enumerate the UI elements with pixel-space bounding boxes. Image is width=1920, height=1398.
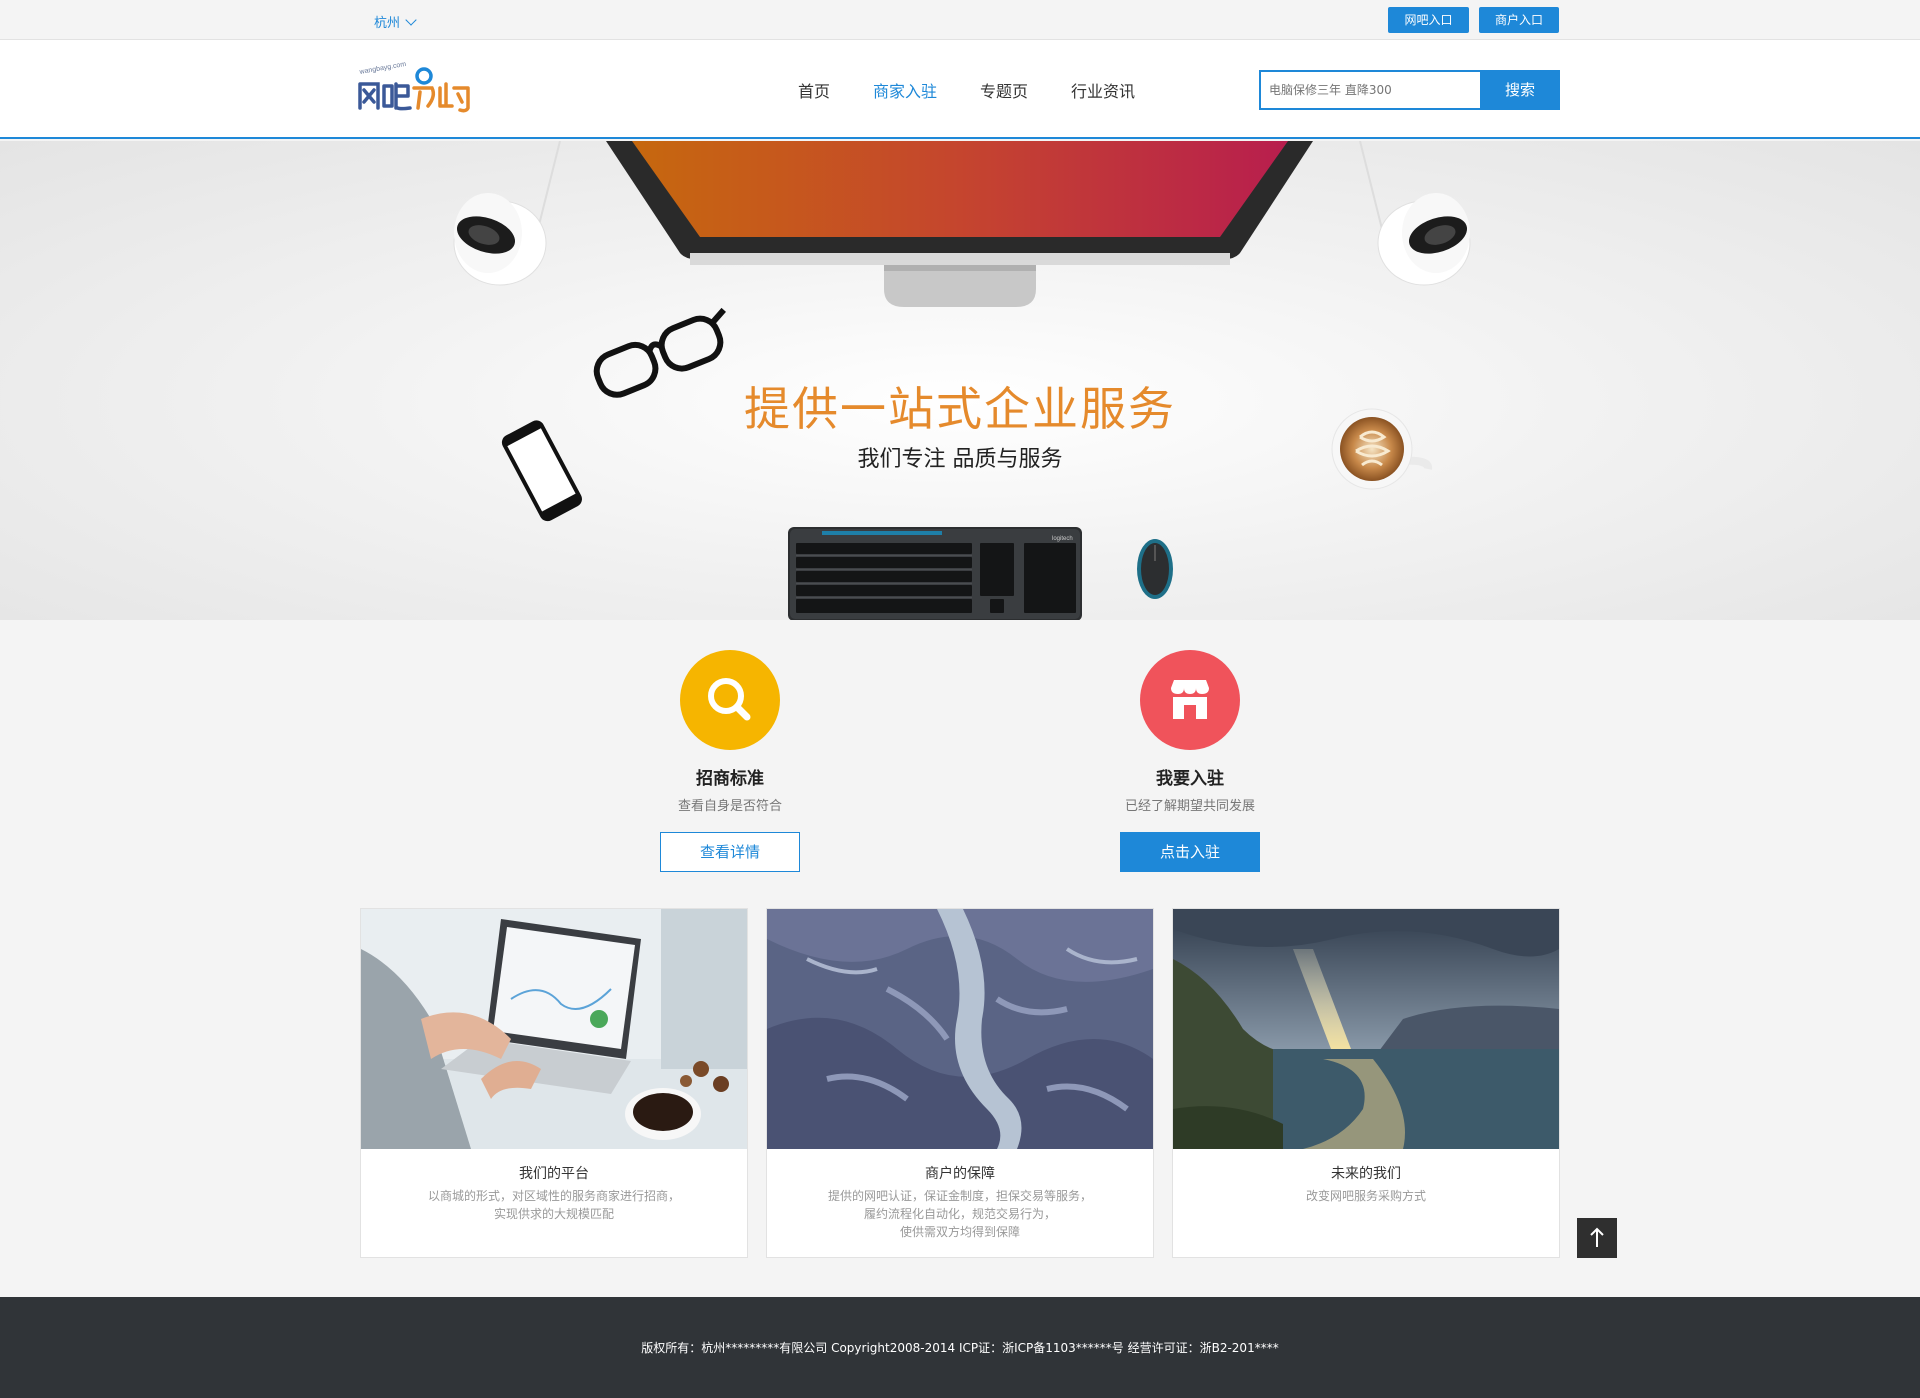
card-desc: 改变网吧服务采购方式 [1173, 1187, 1559, 1205]
card-desc: 提供的网吧认证，保证金制度，担保交易等服务， 履约流程化自动化，规范交易行为， … [767, 1187, 1153, 1241]
card-our-future[interactable]: 未来的我们 改变网吧服务采购方式 [1172, 908, 1560, 1258]
view-details-button[interactable]: 查看详情 [660, 832, 800, 872]
mouse-image [1137, 539, 1173, 599]
main-nav: 首页 商家入驻 专题页 行业资讯 [798, 78, 1178, 102]
card-desc-line: 提供的网吧认证，保证金制度，担保交易等服务， [827, 1189, 1092, 1203]
card-desc: 以商城的形式，对区域性的服务商家进行招商， 实现供求的大规模匹配 [361, 1187, 747, 1223]
footer: 版权所有：杭州*********有限公司 Copyright2008-2014 … [0, 1297, 1920, 1398]
card-desc-line: 实现供求的大规模匹配 [493, 1207, 614, 1221]
monitor-image [606, 141, 1313, 307]
top-bar: 杭州 网吧入口 商户入口 [0, 0, 1920, 40]
feature-icon-circle [1140, 650, 1240, 750]
laptop-photo [361, 909, 747, 1149]
nav-industry-news[interactable]: 行业资讯 [1071, 78, 1135, 102]
nav-merchant-join[interactable]: 商家入驻 [873, 78, 937, 102]
banner-subtitle: 我们专注 品质与服务 [857, 447, 1063, 472]
card-title: 未来的我们 [1331, 1166, 1401, 1182]
feature-join: 我要入驻 已经了解期望共同发展 点击入驻 [1040, 650, 1340, 872]
right-camera-image [1359, 141, 1471, 286]
search-icon [708, 678, 751, 721]
aerial-photo [767, 909, 1153, 1149]
netcafe-entry-button[interactable]: 网吧入口 [1388, 7, 1469, 33]
feature-icon-circle [680, 650, 780, 750]
search-input[interactable] [1259, 70, 1480, 110]
search-button[interactable]: 搜索 [1480, 70, 1560, 110]
card-desc-line: 使供需双方均得到保障 [899, 1225, 1020, 1239]
keyboard-brand-label: logitech [1052, 536, 1073, 542]
feature-desc: 查看自身是否符合 [677, 799, 782, 814]
card-desc-line: 改变网吧服务采购方式 [1305, 1189, 1426, 1203]
site-logo[interactable]: wangbayg.com [356, 62, 476, 118]
card-title: 商户的保障 [925, 1166, 995, 1182]
feature-desc: 已经了解期望共同发展 [1124, 799, 1255, 814]
city-label: 杭州 [374, 16, 401, 31]
store-icon [1171, 680, 1209, 719]
city-selector[interactable]: 杭州 [374, 12, 417, 31]
keyboard-image: logitech [788, 527, 1082, 620]
left-camera-image [453, 141, 561, 286]
card-merchant-guarantee[interactable]: 商户的保障 提供的网吧认证，保证金制度，担保交易等服务， 履约流程化自动化，规范… [766, 908, 1154, 1258]
svg-text:wangbayg.com: wangbayg.com [358, 62, 407, 76]
hero-banner: logitech 提供一站式企业服务 我们专注 品质与服务 [0, 141, 1920, 620]
feature-merchant-standard: 招商标准 查看自身是否符合 查看详情 [580, 650, 880, 872]
header: wangbayg.com 首页 商家入驻 专题页 行业资讯 搜索 [0, 40, 1920, 139]
card-desc-line: 履约流程化自动化，规范交易行为， [863, 1207, 1056, 1221]
chevron-down-icon [405, 13, 417, 26]
banner-title: 提供一站式企业服务 [744, 382, 1176, 436]
card-title: 我们的平台 [519, 1166, 589, 1182]
feature-title: 我要入驻 [1156, 769, 1224, 789]
join-now-button[interactable]: 点击入驻 [1120, 832, 1260, 872]
back-to-top-button[interactable] [1577, 1218, 1617, 1258]
feature-title: 招商标准 [696, 769, 764, 789]
card-desc-line: 以商城的形式，对区域性的服务商家进行招商， [427, 1189, 680, 1203]
arrow-up-icon [1590, 1227, 1604, 1247]
nav-topics[interactable]: 专题页 [980, 78, 1028, 102]
copyright-text: 版权所有：杭州*********有限公司 Copyright2008-2014 … [641, 1341, 1279, 1355]
card-our-platform[interactable]: 我们的平台 以商城的形式，对区域性的服务商家进行招商， 实现供求的大规模匹配 [360, 908, 748, 1258]
landscape-photo [1173, 909, 1559, 1149]
search-bar: 搜索 [1259, 70, 1560, 110]
merchant-entry-button[interactable]: 商户入口 [1479, 7, 1559, 33]
nav-home[interactable]: 首页 [798, 78, 830, 102]
